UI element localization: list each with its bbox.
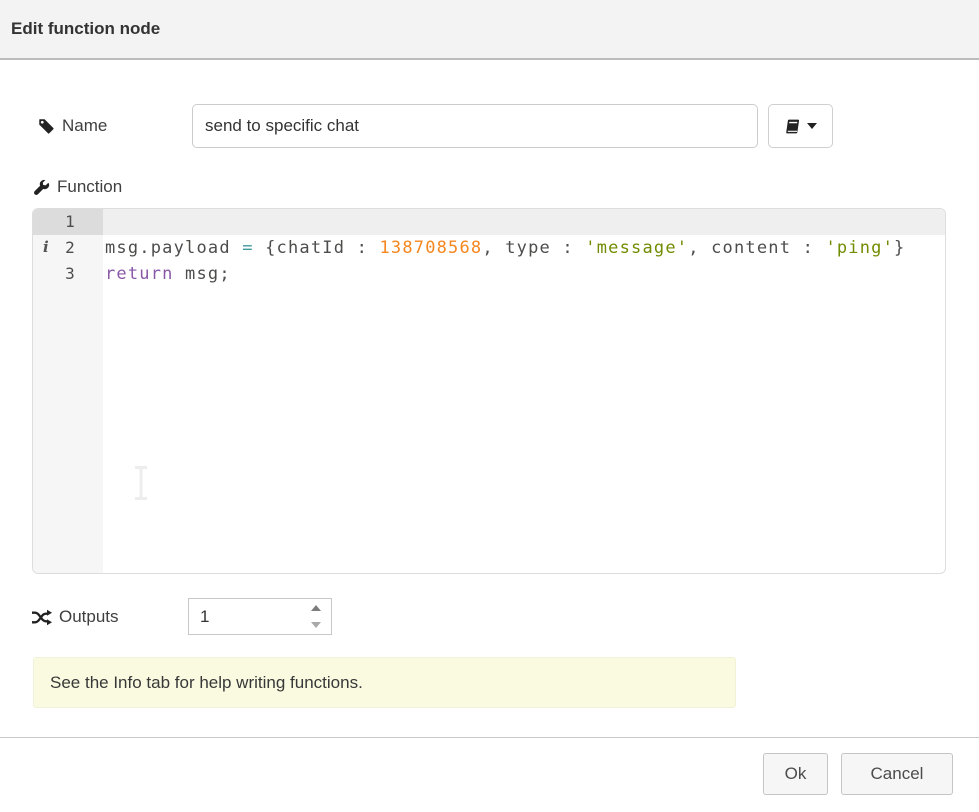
line-number: 3 xyxy=(33,261,103,287)
code-token: 'ping' xyxy=(825,238,894,258)
book-icon xyxy=(784,118,801,135)
code-line-3: return msg; xyxy=(105,261,945,287)
function-label: Function xyxy=(33,174,122,200)
spinner-down-button[interactable] xyxy=(301,617,331,635)
outputs-input[interactable] xyxy=(189,599,301,634)
code-token: , type : xyxy=(482,238,585,258)
code-token: return xyxy=(105,264,174,284)
cancel-button-label: Cancel xyxy=(871,764,924,784)
code-token: msg; xyxy=(174,264,231,284)
function-code-editor[interactable]: 1 i 2 msg.payload = {chatId : 138708568,… xyxy=(32,208,946,574)
tag-icon xyxy=(38,118,55,135)
name-label-text: Name xyxy=(62,116,107,136)
code-token: 138708568 xyxy=(379,238,482,258)
tips-text: See the Info tab for help writing functi… xyxy=(50,673,363,693)
spinner-buttons xyxy=(301,599,331,634)
editor-line-1: 1 xyxy=(33,209,945,235)
outputs-label: Outputs xyxy=(31,602,119,632)
shuffle-icon xyxy=(31,609,52,626)
spinner-up-button[interactable] xyxy=(301,599,331,617)
code-line-1 xyxy=(105,209,945,235)
form-tips: See the Info tab for help writing functi… xyxy=(33,657,736,708)
line-number: 1 xyxy=(33,209,103,235)
code-token: , content : xyxy=(688,238,825,258)
text-cursor-pointer xyxy=(133,466,151,507)
dialog-header: Edit function node xyxy=(0,0,979,60)
ok-button-label: Ok xyxy=(785,764,807,784)
name-label: Name xyxy=(38,104,107,148)
footer-divider xyxy=(0,737,979,738)
code-token: } xyxy=(894,238,905,258)
spinner-up-icon xyxy=(311,605,321,611)
editor-line-3: 3 return msg; xyxy=(33,261,945,287)
cancel-button[interactable]: Cancel xyxy=(841,753,953,795)
code-line-2: msg.payload = {chatId : 138708568, type … xyxy=(105,235,945,261)
dialog-title: Edit function node xyxy=(0,19,160,39)
wrench-icon xyxy=(33,179,50,196)
code-token: 'message' xyxy=(585,238,688,258)
caret-down-icon xyxy=(807,123,817,129)
spinner-down-icon xyxy=(311,622,321,628)
library-button[interactable] xyxy=(768,104,833,148)
editor-line-2: i 2 msg.payload = {chatId : 138708568, t… xyxy=(33,235,945,261)
ok-button[interactable]: Ok xyxy=(763,753,828,795)
function-label-text: Function xyxy=(57,177,122,197)
outputs-spinner xyxy=(188,598,332,635)
code-token: = xyxy=(242,238,253,258)
name-input[interactable] xyxy=(192,104,758,148)
code-token: {chatId : xyxy=(254,238,380,258)
edit-function-node-dialog: Edit function node Name xyxy=(0,0,979,812)
code-token: msg.payload xyxy=(105,238,242,258)
outputs-label-text: Outputs xyxy=(59,607,119,627)
line-number: 2 xyxy=(33,235,103,261)
